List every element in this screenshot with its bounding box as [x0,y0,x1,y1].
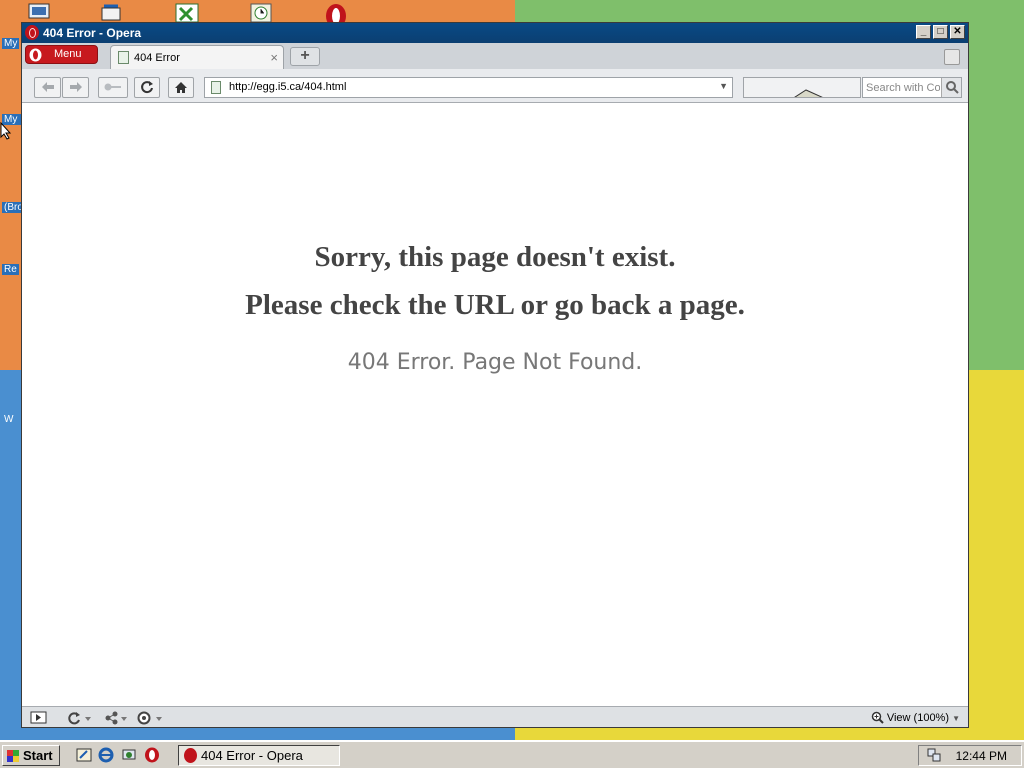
error-heading-line1: Sorry, this page doesn't exist. [314,241,676,273]
desktop-label[interactable]: My [2,38,20,49]
opera-menu-button[interactable]: Menu [25,45,98,64]
desktop-label[interactable]: W [2,414,15,425]
computer-desktop-icon[interactable] [26,2,52,22]
page-content: Sorry, this page doesn't exist. Please c… [22,103,968,706]
error-subtitle: 404 Error. Page Not Found. [347,350,643,375]
network-icon[interactable] [121,747,137,763]
turbo-icon[interactable] [137,711,165,725]
taskbar: Start 404 Error - Opera 12:44 PM [0,740,1024,768]
tab-404-error[interactable]: 404 Error × [110,45,284,69]
address-field[interactable]: http://egg.i5.ca/404.html ▼ [204,77,733,98]
show-desktop-icon[interactable] [76,747,92,763]
wand-button[interactable] [98,77,128,98]
taskbar-item-opera[interactable]: 404 Error - Opera [178,745,340,766]
search-placeholder: Search with Co [866,82,940,94]
zoom-label: View (100%) [886,712,950,724]
opera-logo-icon [184,748,197,763]
internet-explorer-icon[interactable] [98,747,114,763]
maximize-button[interactable]: □ [933,25,948,39]
clock[interactable]: 12:44 PM [956,749,1007,763]
search-icon [946,81,959,94]
forward-arrow-icon [69,82,82,92]
address-text: http://egg.i5.ca/404.html [229,81,347,93]
browser-window: 404 Error - Opera _ □ ✕ Menu 404 Error ×… [21,22,969,728]
tray-network-icon[interactable] [927,748,941,762]
system-tray: 12:44 PM [918,745,1022,766]
network-desktop-icon[interactable] [98,2,124,22]
menu-label: Menu [54,48,82,60]
taskbar-item-label: 404 Error - Opera [201,748,303,763]
excel-desktop-icon[interactable] [174,2,200,22]
key-icon [104,83,121,91]
page-icon [118,51,129,64]
opera-quicklaunch-icon[interactable] [144,747,160,763]
opera-logo-icon [29,48,42,62]
minimize-button[interactable]: _ [916,25,931,39]
back-arrow-icon [41,82,54,92]
speed-dial-preview[interactable] [743,77,861,98]
window-title: 404 Error - Opera [43,26,142,40]
mouse-cursor-icon [0,122,12,140]
chevron-down-icon[interactable]: ▼ [719,81,728,91]
search-field[interactable]: Search with Co [862,77,962,98]
desktop-label[interactable]: Re [2,264,19,275]
trash-icon[interactable] [944,49,960,65]
opera-desktop-icon[interactable] [322,2,348,22]
new-tab-button[interactable]: + [290,47,320,66]
tab-bar: Menu 404 Error × + [22,43,968,69]
back-button[interactable] [34,77,61,98]
tab-close-icon[interactable]: × [270,50,278,65]
home-button[interactable] [168,77,194,98]
status-bar: View (100%) ▼ [22,706,968,727]
reload-button[interactable] [134,77,160,98]
sidebar-toggle-icon[interactable] [30,711,47,724]
forward-button[interactable] [62,77,89,98]
start-button[interactable]: Start [2,745,60,766]
sync-icon[interactable] [67,711,93,725]
tab-label: 404 Error [134,52,180,64]
home-icon [175,82,187,93]
speed-dial-thumbnail-icon [794,89,823,97]
close-button[interactable]: ✕ [950,25,965,39]
zoom-control[interactable]: View (100%) ▼ [871,711,960,724]
unite-icon[interactable] [104,711,130,725]
page-icon [211,81,221,94]
windows-flag-icon [7,750,19,762]
opera-logo-icon [25,25,39,40]
zoom-icon [871,711,884,724]
reload-icon [141,81,153,94]
navigation-bar: http://egg.i5.ca/404.html ▼ Search with … [22,69,968,103]
chevron-down-icon: ▼ [952,714,960,723]
scheduler-desktop-icon[interactable] [248,2,274,22]
search-button[interactable] [941,78,961,97]
start-label: Start [23,748,53,763]
error-heading-line2: Please check the URL or go back a page. [245,289,745,321]
title-bar[interactable]: 404 Error - Opera _ □ ✕ [22,23,968,43]
